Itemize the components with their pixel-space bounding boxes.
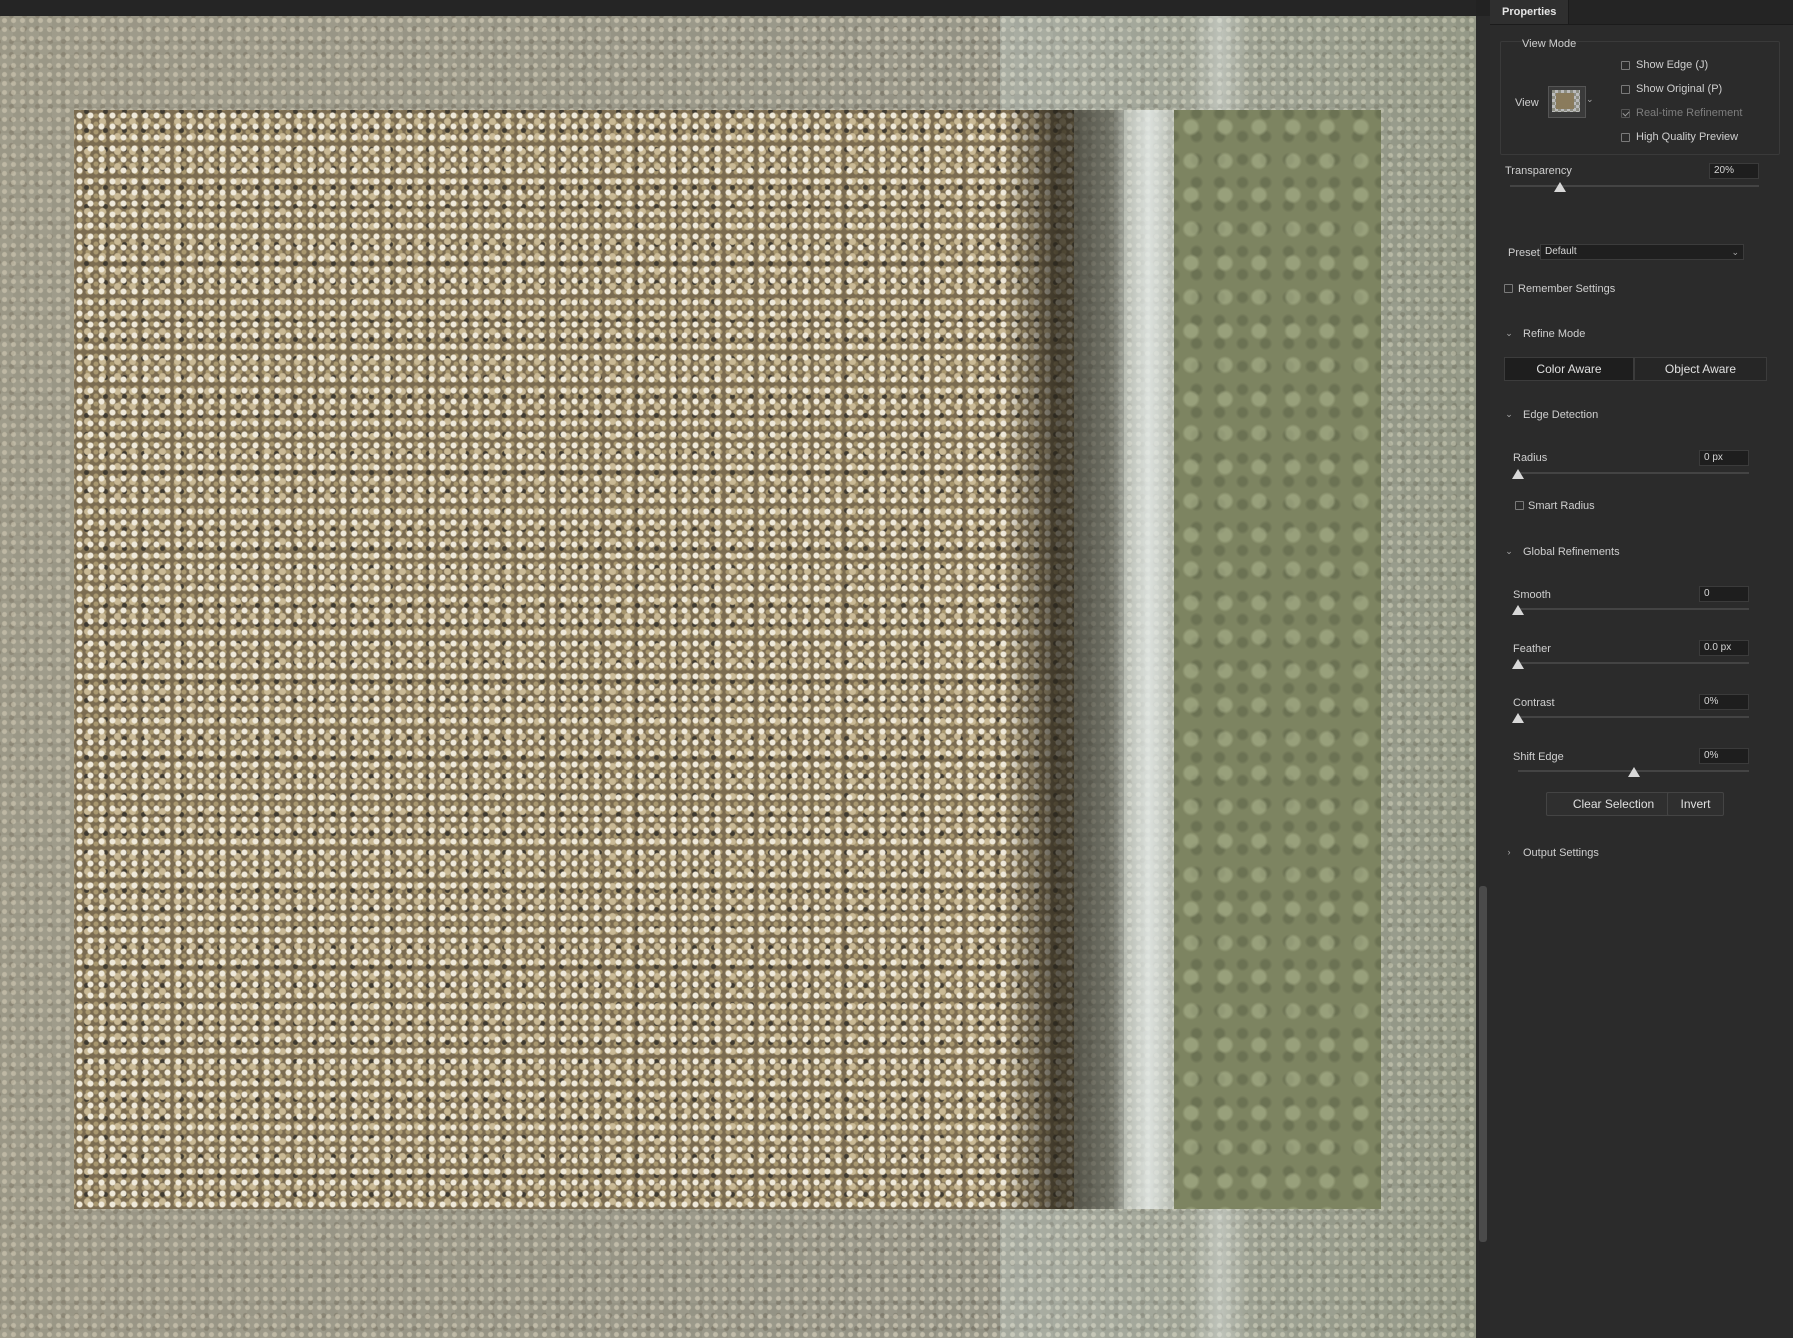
- global-refinements-heading[interactable]: Global Refinements: [1523, 546, 1620, 558]
- contrast-slider-thumb[interactable]: [1512, 713, 1524, 723]
- selected-wet-shadow: [1004, 110, 1124, 1209]
- view-label: View: [1515, 97, 1539, 109]
- smooth-label: Smooth: [1513, 589, 1551, 601]
- preset-select[interactable]: Default ⌄: [1540, 244, 1744, 260]
- show-original-checkbox[interactable]: [1621, 85, 1630, 94]
- view-mode-thumbnail[interactable]: [1548, 86, 1586, 118]
- preset-chevron-down-icon: ⌄: [1731, 247, 1739, 257]
- global-refinements-chevron-down-icon[interactable]: ⌄: [1504, 546, 1514, 556]
- selection-preview: [74, 110, 1381, 1209]
- view-thumbnail-image: [1552, 90, 1580, 112]
- smooth-slider-thumb[interactable]: [1512, 605, 1524, 615]
- radius-label: Radius: [1513, 452, 1548, 464]
- feather-label: Feather: [1513, 643, 1551, 655]
- output-settings-heading[interactable]: Output Settings: [1523, 847, 1599, 859]
- refine-mode-chevron-down-icon[interactable]: ⌄: [1504, 328, 1514, 338]
- feather-slider-thumb[interactable]: [1512, 659, 1524, 669]
- show-edge-checkbox[interactable]: [1621, 61, 1630, 70]
- preset-label: Preset: [1508, 247, 1540, 259]
- edge-detection-heading[interactable]: Edge Detection: [1523, 409, 1598, 421]
- refine-mode-heading[interactable]: Refine Mode: [1523, 328, 1585, 340]
- scrollbar-thumb[interactable]: [1479, 886, 1487, 1242]
- feather-slider-track[interactable]: [1518, 662, 1749, 664]
- canvas-scrollbar[interactable]: [1476, 16, 1490, 1338]
- view-dropdown-chevron-icon[interactable]: ⌄: [1586, 94, 1594, 105]
- smooth-slider-track[interactable]: [1518, 608, 1749, 610]
- top-bar: [0, 0, 1476, 16]
- view-thumbnail-selection: [1556, 93, 1574, 109]
- shift-edge-slider-thumb[interactable]: [1627, 767, 1640, 777]
- preset-value: Default: [1545, 246, 1577, 257]
- transparency-value-field[interactable]: 20%: [1709, 163, 1759, 179]
- panel-header: Properties: [1490, 0, 1793, 25]
- refine-mode-object-aware[interactable]: Object Aware: [1634, 357, 1767, 381]
- refine-mode-color-aware[interactable]: Color Aware: [1504, 357, 1634, 381]
- selected-pebbles: [74, 110, 1074, 1209]
- remember-settings-label: Remember Settings: [1518, 283, 1616, 295]
- properties-panel: Properties View Mode View ⌄ Show Edge (J…: [1490, 0, 1793, 1338]
- radius-slider-track[interactable]: [1518, 472, 1749, 474]
- show-original-label: Show Original (P): [1636, 83, 1723, 95]
- view-mode-heading: View Mode: [1522, 38, 1577, 50]
- realtime-refinement-checkbox[interactable]: [1621, 109, 1630, 118]
- invert-button[interactable]: Invert: [1667, 792, 1724, 816]
- clear-selection-button[interactable]: Clear Selection: [1546, 792, 1681, 816]
- high-quality-preview-label: High Quality Preview: [1636, 131, 1739, 143]
- smooth-value-field[interactable]: 0: [1699, 586, 1749, 602]
- transparency-slider-thumb[interactable]: [1553, 182, 1566, 192]
- radius-slider-thumb[interactable]: [1512, 469, 1524, 479]
- edge-detection-chevron-down-icon[interactable]: ⌄: [1504, 409, 1514, 419]
- image-canvas[interactable]: [0, 16, 1476, 1338]
- smart-radius-checkbox[interactable]: [1515, 501, 1524, 510]
- radius-value-field[interactable]: 0 px: [1699, 450, 1749, 466]
- contrast-label: Contrast: [1513, 697, 1555, 709]
- remember-settings-checkbox[interactable]: [1504, 284, 1513, 293]
- smart-radius-label: Smart Radius: [1528, 500, 1595, 512]
- shift-edge-label: Shift Edge: [1513, 751, 1564, 763]
- realtime-refinement-label: Real-time Refinement: [1636, 107, 1743, 119]
- transparency-slider-track[interactable]: [1510, 185, 1759, 187]
- shift-edge-value-field[interactable]: 0%: [1699, 748, 1749, 764]
- contrast-value-field[interactable]: 0%: [1699, 694, 1749, 710]
- show-edge-label: Show Edge (J): [1636, 59, 1709, 71]
- transparency-label: Transparency: [1505, 165, 1572, 177]
- tab-properties[interactable]: Properties: [1490, 0, 1570, 24]
- high-quality-preview-checkbox[interactable]: [1621, 133, 1630, 142]
- output-settings-chevron-right-icon[interactable]: ›: [1504, 847, 1514, 857]
- feather-value-field[interactable]: 0.0 px: [1699, 640, 1749, 656]
- selected-water: [1174, 110, 1381, 1209]
- contrast-slider-track[interactable]: [1518, 716, 1749, 718]
